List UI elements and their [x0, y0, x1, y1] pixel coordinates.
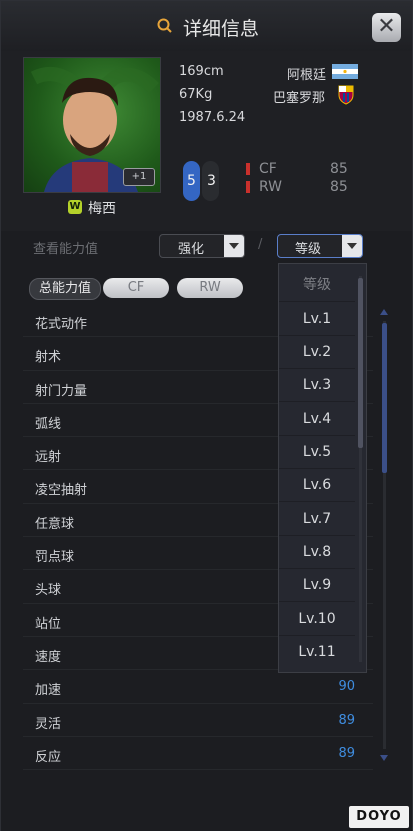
argentina-flag-icon	[332, 64, 358, 79]
club-crest-icon	[338, 85, 354, 105]
level-dropdown-menu: 等级 Lv.1 Lv.2 Lv.3 Lv.4 Lv.5 Lv.6 Lv.7 Lv…	[278, 263, 367, 673]
stat-name: 远射	[35, 450, 62, 466]
search-icon	[157, 18, 172, 33]
season-badge: W	[68, 200, 82, 214]
stat-name: 花式动作	[35, 317, 88, 332]
stat-value: 89	[338, 712, 355, 728]
position-name: RW	[259, 179, 283, 195]
position-value: 85	[330, 161, 348, 177]
player-birthday: 1987.6.24	[179, 110, 246, 125]
enhance-dropdown-value: 强化	[178, 242, 205, 257]
stat-name: 射门力量	[35, 383, 88, 399]
stat-name: 速度	[35, 649, 62, 665]
scrollbar-thumb[interactable]	[382, 323, 387, 473]
title-bar: 详细信息 ✕	[1, 1, 412, 52]
scroll-up-icon[interactable]	[380, 309, 388, 315]
tab-cf[interactable]: CF	[103, 278, 169, 298]
menu-item-level[interactable]: Lv.7	[279, 503, 355, 536]
player-weight: 67Kg	[179, 87, 213, 102]
chevron-down-icon[interactable]	[342, 235, 362, 257]
menu-item-level[interactable]: Lv.4	[279, 403, 355, 436]
menu-item-level[interactable]: Lv.2	[279, 336, 355, 369]
stat-name: 反应	[35, 749, 62, 765]
chevron-down-icon[interactable]	[224, 235, 244, 257]
player-height: 169cm	[179, 64, 224, 79]
stat-row: 灵活 89	[23, 704, 373, 737]
stat-name: 灵活	[35, 716, 62, 732]
filter-separator: /	[258, 237, 263, 252]
menu-header: 等级	[279, 269, 355, 302]
stat-row: 加速 90	[23, 670, 373, 704]
window-title: 详细信息	[183, 18, 260, 40]
menu-item-level[interactable]: Lv.5	[279, 436, 355, 469]
position-marker-icon	[246, 163, 250, 175]
stat-name: 凌空抽射	[35, 483, 88, 499]
menu-item-level[interactable]: Lv.8	[279, 536, 355, 569]
player-club: 巴塞罗那	[273, 91, 326, 106]
watermark-logo: DOYO	[349, 806, 409, 828]
right-foot-value: 3	[207, 173, 216, 189]
position-marker-icon	[246, 181, 250, 193]
scroll-down-icon[interactable]	[380, 755, 388, 761]
stat-name: 弧线	[35, 416, 62, 432]
stats-scrollbar[interactable]	[380, 309, 389, 764]
menu-scrollbar[interactable]	[356, 264, 366, 672]
player-name: 梅西	[88, 201, 116, 217]
stat-name: 射术	[35, 350, 62, 366]
position-name: CF	[259, 161, 277, 177]
enhance-dropdown[interactable]: 强化	[159, 234, 245, 258]
stat-name: 加速	[35, 683, 62, 699]
level-dropdown[interactable]: 等级	[277, 234, 363, 258]
stat-name: 站位	[35, 616, 62, 632]
menu-item-level[interactable]: Lv.3	[279, 369, 355, 402]
position-value: 85	[330, 179, 348, 195]
stat-name: 头球	[35, 583, 62, 599]
close-button[interactable]: ✕	[372, 13, 401, 42]
level-dropdown-value: 等级	[295, 242, 322, 257]
stat-value: 89	[338, 745, 355, 761]
foot-rating: 5 3	[177, 161, 223, 211]
left-foot-value: 5	[187, 173, 196, 189]
stat-name: 罚点球	[35, 550, 75, 566]
stat-name: 任意球	[35, 516, 75, 532]
player-detail-window: 详细信息 ✕ +1 W 梅西 169cm 67Kg 1987.6.24 阿根廷 …	[0, 0, 413, 831]
menu-item-level[interactable]: Lv.9	[279, 569, 355, 602]
stat-row: 反应 89	[23, 737, 373, 771]
ability-filter-label: 查看能力值	[33, 242, 99, 257]
player-photo: +1	[23, 57, 161, 193]
tab-rw[interactable]: RW	[177, 278, 243, 298]
menu-item-level[interactable]: Lv.11	[279, 636, 355, 669]
scrollbar-thumb[interactable]	[358, 278, 363, 448]
menu-item-level[interactable]: Lv.10	[279, 603, 355, 636]
menu-item-level[interactable]: Lv.6	[279, 469, 355, 502]
player-nation: 阿根廷	[287, 68, 327, 83]
level-plus-badge: +1	[123, 168, 155, 186]
menu-item-level[interactable]: Lv.1	[279, 303, 355, 336]
stat-value: 90	[338, 679, 355, 695]
tab-total[interactable]: 总能力值	[29, 278, 101, 300]
